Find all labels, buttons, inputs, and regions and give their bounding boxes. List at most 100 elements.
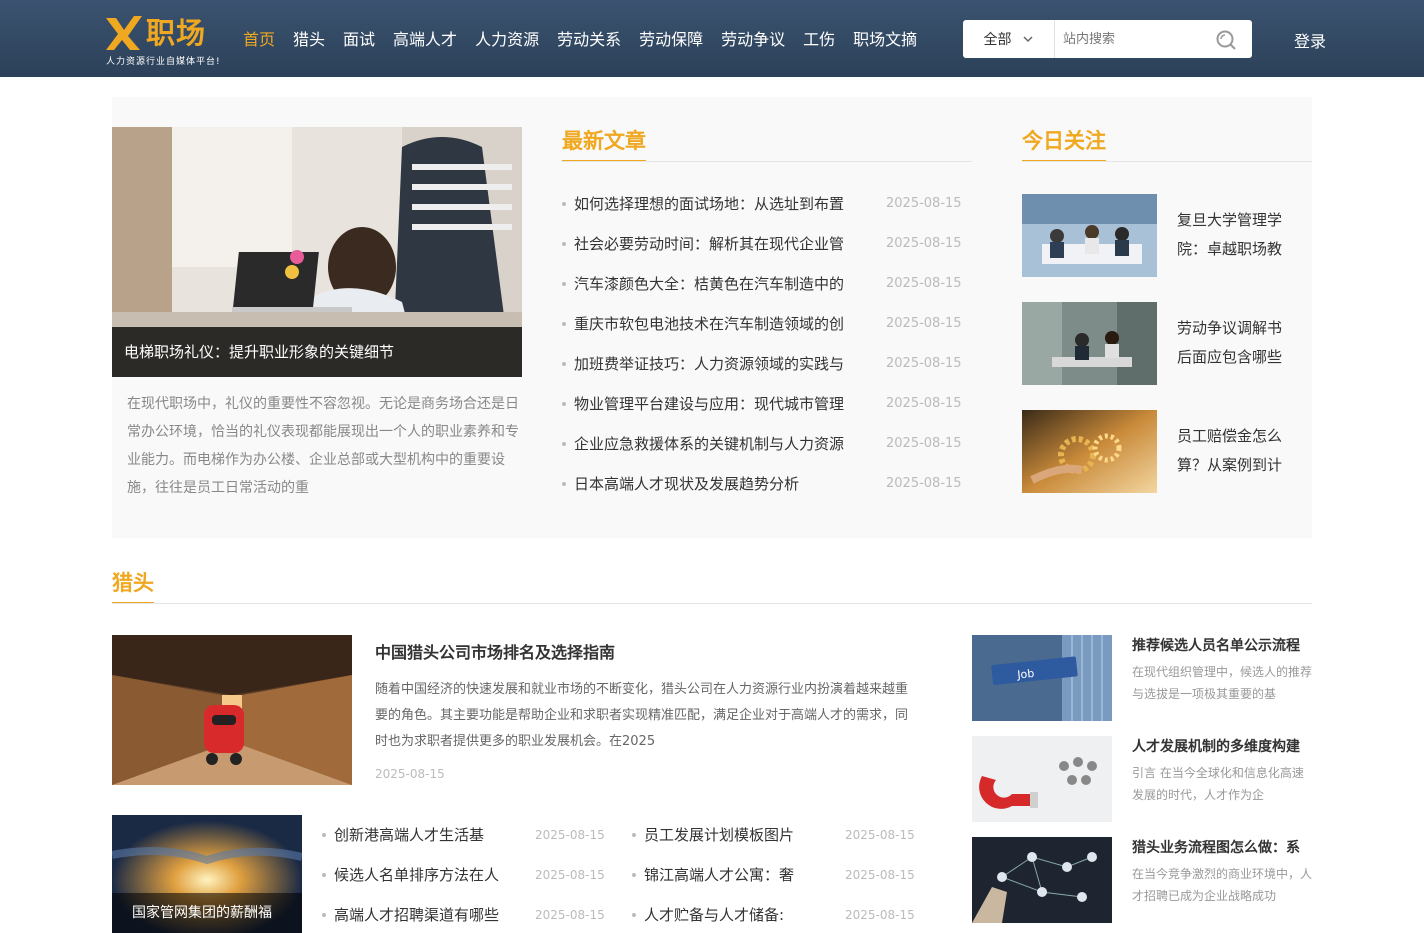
article-title[interactable]: 企业应急救援体系的关键机制与人力资源 bbox=[574, 424, 864, 464]
bullet-icon bbox=[562, 282, 566, 286]
headhunter-side-item[interactable]: Job 推荐候选人员名单公示流程 在现代组织管理中，候选人的推荐与选拔是一项极其… bbox=[972, 635, 1312, 721]
headhunter-list-left: 创新港高端人才生活基 2025-08-15 候选人名单排序方法在人 2025-08-… bbox=[322, 815, 607, 933]
nav-item-home[interactable]: 首页 bbox=[234, 20, 284, 60]
article-title[interactable]: 重庆市软包电池技术在汽车制造领域的创 bbox=[574, 304, 864, 344]
nav-item-work-injury[interactable]: 工伤 bbox=[794, 20, 844, 60]
list-item[interactable]: 日本高端人才现状及发展趋势分析 2025-08-15 bbox=[562, 464, 962, 504]
side-thumbnail-magnet[interactable] bbox=[972, 736, 1112, 822]
focus-article-title[interactable]: 复旦大学管理学院：卓越职场教 bbox=[1177, 206, 1295, 264]
article-date: 2025-08-15 bbox=[886, 316, 962, 331]
focus-item[interactable]: 劳动争议调解书后面应包含哪些 bbox=[1022, 302, 1312, 386]
bullet-icon bbox=[322, 873, 326, 877]
list-item[interactable]: 高端人才招聘渠道有哪些 2025-08-15 bbox=[322, 895, 607, 933]
article-title[interactable]: 人才贮备与人才储备: bbox=[644, 895, 834, 933]
chevron-down-icon bbox=[1022, 36, 1033, 43]
featured-article-title[interactable]: 电梯职场礼仪：提升职业形象的关键细节 bbox=[112, 327, 522, 377]
bullet-icon bbox=[632, 913, 636, 917]
list-item[interactable]: 创新港高端人才生活基 2025-08-15 bbox=[322, 815, 607, 855]
nav-item-labor-security[interactable]: 劳动保障 bbox=[630, 20, 712, 60]
today-focus-title: 今日关注 bbox=[1022, 124, 1106, 162]
list-item[interactable]: 人才贮备与人才储备: 2025-08-15 bbox=[632, 895, 917, 933]
nav-item-labor-disputes[interactable]: 劳动争议 bbox=[712, 20, 794, 60]
search-scope-label: 全部 bbox=[983, 32, 1012, 48]
bullet-icon bbox=[562, 402, 566, 406]
section-divider bbox=[1022, 161, 1312, 162]
site-header: 职场 人力资源行业自媒体平台! 首页 猎头 面试 高端人才 人力资源 劳动关系 … bbox=[0, 0, 1424, 77]
search-input[interactable] bbox=[1063, 26, 1203, 52]
main-nav: 首页 猎头 面试 高端人才 人力资源 劳动关系 劳动保障 劳动争议 工伤 职场文… bbox=[234, 20, 926, 60]
focus-thumbnail-gears[interactable] bbox=[1022, 410, 1157, 493]
nav-item-hr[interactable]: 人力资源 bbox=[466, 20, 548, 60]
list-item[interactable]: 重庆市软包电池技术在汽车制造领域的创 2025-08-15 bbox=[562, 304, 962, 344]
article-title[interactable]: 汽车漆颜色大全：桔黄色在汽车制造中的 bbox=[574, 264, 864, 304]
logo-mark-icon bbox=[106, 16, 142, 50]
nav-item-high-end-talent[interactable]: 高端人才 bbox=[384, 20, 466, 60]
article-date: 2025-08-15 bbox=[535, 868, 605, 882]
login-link[interactable]: 登录 bbox=[1294, 28, 1326, 52]
bullet-icon bbox=[562, 442, 566, 446]
headhunter-section-title[interactable]: 猎头 bbox=[112, 566, 154, 604]
list-item[interactable]: 员工发展计划模板图片 2025-08-15 bbox=[632, 815, 917, 855]
article-title[interactable]: 锦江高端人才公寓：奢 bbox=[644, 855, 834, 895]
featured-article-image[interactable]: 电梯职场礼仪：提升职业形象的关键细节 bbox=[112, 127, 522, 377]
article-title[interactable]: 如何选择理想的面试场地：从选址到布置 bbox=[574, 184, 864, 224]
side-thumbnail-job-sign[interactable]: Job bbox=[972, 635, 1112, 721]
nav-item-interview[interactable]: 面试 bbox=[334, 20, 384, 60]
article-title[interactable]: 员工发展计划模板图片 bbox=[644, 815, 834, 855]
article-title[interactable]: 候选人名单排序方法在人 bbox=[334, 855, 524, 895]
headhunter-main-summary: 随着中国经济的快速发展和就业市场的不断变化，猎头公司在人力资源行业内扮演着越来越… bbox=[375, 682, 909, 749]
list-item[interactable]: 如何选择理想的面试场地：从选址到布置 2025-08-15 bbox=[562, 184, 962, 224]
focus-article-title[interactable]: 员工赔偿金怎么算？从案例到计 bbox=[1177, 422, 1295, 480]
article-title[interactable]: 高端人才招聘渠道有哪些 bbox=[334, 895, 524, 933]
headhunter-side-item[interactable]: 猎头业务流程图怎么做：系 在当今竞争激烈的商业环境中，人才招聘已成为企业战略成功 bbox=[972, 837, 1312, 923]
section-divider bbox=[562, 161, 972, 162]
article-title[interactable]: 日本高端人才现状及发展趋势分析 bbox=[574, 464, 864, 504]
article-date: 2025-08-15 bbox=[886, 236, 962, 251]
focus-article-title[interactable]: 劳动争议调解书后面应包含哪些 bbox=[1177, 314, 1295, 372]
nav-item-labor-relations[interactable]: 劳动关系 bbox=[548, 20, 630, 60]
bullet-icon bbox=[562, 322, 566, 326]
focus-thumbnail-office[interactable] bbox=[1022, 302, 1157, 385]
article-date: 2025-08-15 bbox=[886, 396, 962, 411]
headhunter-main-article[interactable]: 中国猎头公司市场排名及选择指南 随着中国经济的快速发展和就业市场的不断变化，猎头… bbox=[112, 635, 912, 785]
headhunter-main-date: 2025-08-15 bbox=[375, 767, 445, 781]
article-title[interactable]: 创新港高端人才生活基 bbox=[334, 815, 524, 855]
headhunter-side-item[interactable]: 人才发展机制的多维度构建 引言 在当今全球化和信息化高速发展的时代，人才作为企 bbox=[972, 736, 1312, 822]
headhunter-main-image[interactable] bbox=[112, 635, 352, 785]
headhunter-main-title[interactable]: 中国猎头公司市场排名及选择指南 bbox=[375, 639, 615, 663]
side-article-title[interactable]: 推荐候选人员名单公示流程 bbox=[1132, 635, 1312, 657]
side-article-summary: 在现代组织管理中，候选人的推荐与选拔是一项极其重要的基 bbox=[1132, 665, 1312, 701]
latest-articles-header: 最新文章 bbox=[562, 124, 972, 162]
logo-slogan: 人力资源行业自媒体平台! bbox=[106, 57, 221, 67]
side-thumbnail-network[interactable] bbox=[972, 837, 1112, 923]
list-item[interactable]: 社会必要劳动时间：解析其在现代企业管 2025-08-15 bbox=[562, 224, 962, 264]
list-item[interactable]: 锦江高端人才公寓：奢 2025-08-15 bbox=[632, 855, 917, 895]
nav-item-workplace-digest[interactable]: 职场文摘 bbox=[844, 20, 926, 60]
article-date: 2025-08-15 bbox=[886, 476, 962, 491]
article-date: 2025-08-15 bbox=[535, 828, 605, 842]
article-title[interactable]: 物业管理平台建设与应用：现代城市管理 bbox=[574, 384, 864, 424]
article-title[interactable]: 社会必要劳动时间：解析其在现代企业管 bbox=[574, 224, 864, 264]
list-item[interactable]: 企业应急救援体系的关键机制与人力资源 2025-08-15 bbox=[562, 424, 962, 464]
list-item[interactable]: 加班费举证技巧：人力资源领域的实践与 2025-08-15 bbox=[562, 344, 962, 384]
side-article-title[interactable]: 人才发展机制的多维度构建 bbox=[1132, 736, 1312, 758]
focus-item[interactable]: 员工赔偿金怎么算？从案例到计 bbox=[1022, 410, 1312, 494]
side-article-title[interactable]: 猎头业务流程图怎么做：系 bbox=[1132, 837, 1312, 859]
nav-item-headhunter[interactable]: 猎头 bbox=[284, 20, 334, 60]
article-title[interactable]: 加班费举证技巧：人力资源领域的实践与 bbox=[574, 344, 864, 384]
search-box: 全部 bbox=[963, 20, 1252, 58]
list-item[interactable]: 物业管理平台建设与应用：现代城市管理 2025-08-15 bbox=[562, 384, 962, 424]
search-scope-select[interactable]: 全部 bbox=[963, 20, 1055, 58]
article-date: 2025-08-15 bbox=[845, 828, 915, 842]
list-item[interactable]: 候选人名单排序方法在人 2025-08-15 bbox=[322, 855, 607, 895]
list-item[interactable]: 汽车漆颜色大全：桔黄色在汽车制造中的 2025-08-15 bbox=[562, 264, 962, 304]
headhunter-section-header: 猎头 bbox=[112, 566, 1312, 604]
focus-item[interactable]: 复旦大学管理学院：卓越职场教 bbox=[1022, 194, 1312, 278]
headhunter-small-caption[interactable]: 国家管网集团的薪酬福 bbox=[112, 893, 302, 933]
latest-articles-title: 最新文章 bbox=[562, 124, 646, 162]
site-logo[interactable]: 职场 人力资源行业自媒体平台! bbox=[104, 12, 230, 68]
search-icon[interactable] bbox=[1215, 29, 1237, 51]
headhunter-small-feature[interactable]: 国家管网集团的薪酬福 bbox=[112, 815, 302, 933]
bullet-icon bbox=[562, 362, 566, 366]
focus-thumbnail-meeting[interactable] bbox=[1022, 194, 1157, 277]
